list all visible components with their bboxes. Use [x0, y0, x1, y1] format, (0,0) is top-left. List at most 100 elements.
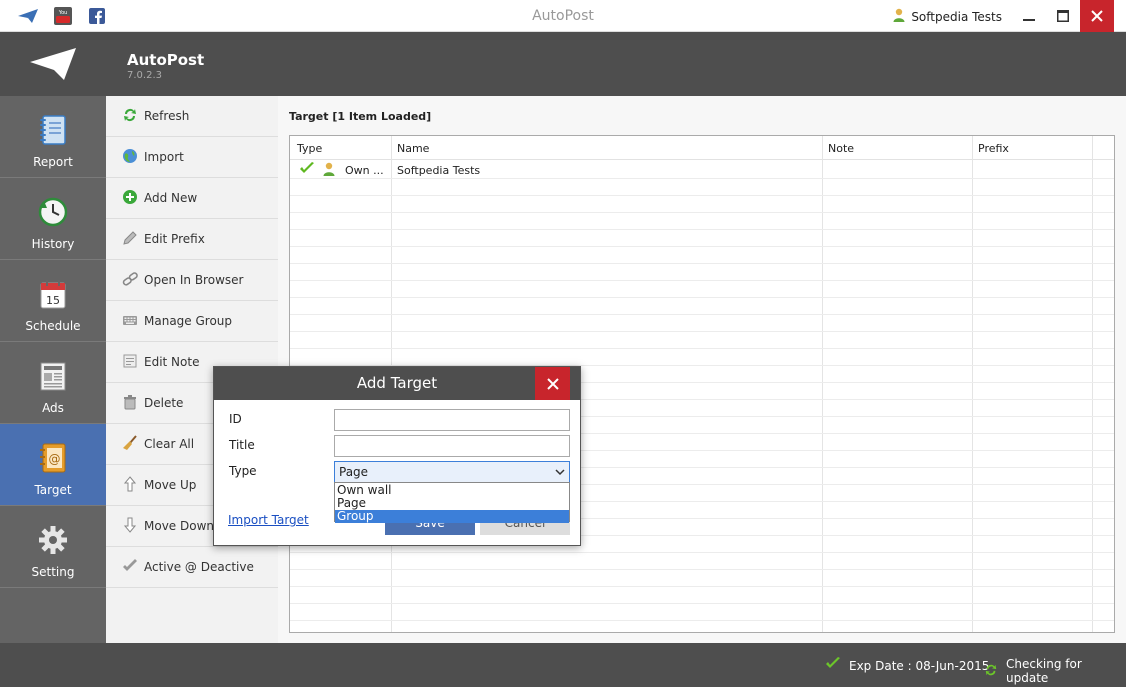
arrow-down-icon: [122, 517, 138, 536]
column-header-note[interactable]: Note: [828, 142, 854, 155]
refresh-button[interactable]: Refresh: [106, 96, 278, 137]
cell-name: Softpedia Tests: [397, 164, 481, 177]
nav-item-history[interactable]: History: [0, 178, 106, 260]
check-icon: [825, 657, 841, 674]
edit-prefix-button[interactable]: Edit Prefix: [106, 219, 278, 260]
arrow-up-icon: [122, 475, 138, 495]
pencil-icon: [122, 230, 138, 249]
main-nav: Report History 15 Schedule Ads @ Target …: [0, 96, 106, 643]
user-name: Softpedia Tests: [911, 9, 1002, 24]
globe-icon: [122, 148, 138, 167]
clock-icon: [38, 196, 68, 231]
action-label: Import: [144, 150, 184, 164]
import-target-link[interactable]: Import Target: [228, 513, 309, 527]
action-label: Edit Prefix: [144, 232, 205, 246]
id-field[interactable]: [334, 409, 570, 431]
nav-label: Schedule: [25, 319, 81, 333]
table-header: Type Name Note Prefix: [290, 136, 1114, 160]
type-dropdown-list: Own wall Page Group: [334, 482, 570, 523]
close-button[interactable]: [1080, 0, 1114, 32]
table-row[interactable]: Own ... Softpedia Tests: [290, 161, 1114, 178]
action-label: Refresh: [144, 109, 190, 123]
refresh-icon: [122, 107, 138, 126]
app-name: AutoPost: [127, 51, 205, 69]
action-label: Move Up: [144, 478, 197, 492]
active-deactive-button[interactable]: Active @ Deactive: [106, 547, 278, 588]
minimize-button[interactable]: [1012, 0, 1046, 32]
column-header-name[interactable]: Name: [397, 142, 429, 155]
row-gridline: [290, 212, 1114, 213]
import-button[interactable]: Import: [106, 137, 278, 178]
app-header: AutoPost 7.0.2.3: [0, 32, 1126, 96]
address-book-icon: @: [38, 442, 68, 477]
column-header-type[interactable]: Type: [297, 142, 322, 155]
expiry-date: Exp Date : 08-Jun-2015: [849, 658, 990, 673]
notebook-icon: [38, 114, 68, 149]
targets-caption: Target [1 Item Loaded]: [289, 110, 432, 123]
update-status[interactable]: Checking for update: [984, 657, 1126, 685]
app-logo-icon: [28, 46, 78, 85]
column-divider: [972, 136, 973, 632]
action-label: Manage Group: [144, 314, 233, 328]
type-selected-value: Page: [339, 465, 369, 479]
maximize-button[interactable]: [1046, 0, 1080, 32]
nav-label: Ads: [42, 401, 64, 415]
nav-item-setting[interactable]: Setting: [0, 506, 106, 588]
title-field[interactable]: [334, 435, 570, 457]
type-option-own-wall[interactable]: Own wall: [335, 484, 569, 497]
title-bar: You AutoPost Softpedia Tests: [0, 0, 1126, 32]
keyboard-icon: [122, 312, 138, 331]
broom-icon: [122, 434, 138, 454]
row-gridline: [290, 348, 1114, 349]
app-version: 7.0.2.3: [127, 70, 162, 81]
newspaper-icon: [38, 360, 68, 395]
row-gridline: [290, 280, 1114, 281]
dialog-close-button[interactable]: [535, 367, 570, 400]
nav-item-report[interactable]: Report: [0, 96, 106, 178]
add-new-button[interactable]: Add New: [106, 178, 278, 219]
expiry-status: Exp Date : 08-Jun-2015: [825, 657, 989, 674]
column-divider: [1092, 136, 1093, 632]
row-gridline: [290, 195, 1114, 196]
row-gridline: [290, 229, 1114, 230]
id-label: ID: [229, 412, 242, 426]
row-gridline: [290, 314, 1114, 315]
action-label: Move Down: [144, 519, 214, 533]
row-gridline: [290, 586, 1114, 587]
nav-label: Report: [33, 155, 73, 169]
link-icon: [122, 271, 138, 290]
gear-icon: [38, 524, 68, 559]
nav-label: Target: [34, 483, 72, 497]
type-option-group[interactable]: Group: [335, 510, 569, 523]
calendar-icon: 15: [38, 278, 68, 313]
row-gridline: [290, 178, 1114, 179]
cell-type: Own ...: [345, 164, 384, 177]
svg-text:15: 15: [46, 294, 60, 307]
delete-icon: [122, 394, 138, 413]
nav-label: Setting: [31, 565, 75, 579]
refresh-icon: [984, 663, 998, 680]
open-in-browser-button[interactable]: Open In Browser: [106, 260, 278, 301]
nav-item-target[interactable]: @ Target: [0, 424, 106, 506]
row-gridline: [290, 552, 1114, 553]
nav-label: History: [31, 237, 75, 251]
status-bar: Exp Date : 08-Jun-2015 Checking for upda…: [0, 643, 1126, 687]
update-text: Checking for update: [1006, 657, 1082, 685]
action-label: Add New: [144, 191, 198, 205]
type-label: Type: [229, 464, 257, 478]
dialog-title: Add Target: [214, 367, 580, 400]
action-label: Active @ Deactive: [144, 560, 254, 574]
nav-item-ads[interactable]: Ads: [0, 342, 106, 424]
manage-group-button[interactable]: Manage Group: [106, 301, 278, 342]
add-icon: [122, 189, 138, 208]
svg-text:@: @: [49, 452, 61, 466]
action-label: Open In Browser: [144, 273, 244, 287]
row-gridline: [290, 569, 1114, 570]
user-icon: [893, 8, 905, 25]
current-user[interactable]: Softpedia Tests: [893, 8, 1002, 25]
column-header-prefix[interactable]: Prefix: [978, 142, 1009, 155]
user-icon: [323, 162, 335, 179]
active-check-icon: [299, 162, 315, 179]
nav-item-schedule[interactable]: 15 Schedule: [0, 260, 106, 342]
type-select[interactable]: Page: [334, 461, 570, 483]
